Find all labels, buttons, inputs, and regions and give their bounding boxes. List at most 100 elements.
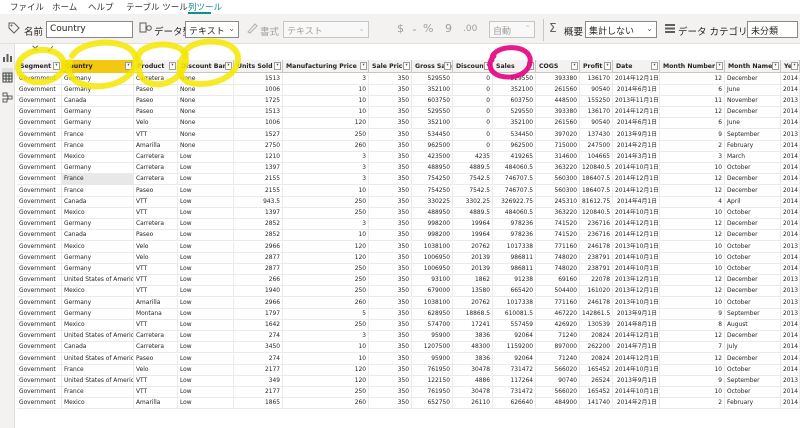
table-row[interactable]: Government Germany Montana Low 1797 5 350 62895… <box>17 308 800 320</box>
cell-discount-band: Low <box>178 353 234 365</box>
table-row[interactable]: Government Germany Amarilla Low 2966 260 350 10… <box>17 297 800 309</box>
filter-dropdown-icon[interactable]: ▾ <box>651 62 658 70</box>
datatype-dropdown[interactable]: テキスト ⌄ <box>185 21 239 38</box>
percent-button[interactable]: % <box>423 22 433 35</box>
currency-button[interactable]: $ <box>397 22 404 35</box>
comma-button[interactable]: 9 <box>445 22 452 35</box>
column-header-month-name[interactable]: Month Name ▾ <box>725 60 781 73</box>
table-row[interactable]: Government Germany VTT Low 2877 250 350 1006950… <box>17 263 800 276</box>
cell-country: France <box>62 140 134 152</box>
filter-dropdown-icon[interactable]: ▾ <box>169 62 176 70</box>
cell-discounts: 3836 <box>453 331 493 343</box>
report-view-icon[interactable] <box>2 48 13 62</box>
column-header-discounts[interactable]: Discounts ▾ <box>453 60 493 73</box>
cell-month-name: August <box>725 319 781 331</box>
filter-dropdown-icon[interactable]: ▾ <box>225 62 232 70</box>
filter-dropdown-icon[interactable]: ▾ <box>53 62 60 70</box>
commit-formula-button[interactable]: ✓ <box>46 43 55 56</box>
column-header-sales[interactable]: Sales ▾ <box>493 60 536 73</box>
column-header-units-sold[interactable]: Units Sold ▾ <box>234 60 283 73</box>
table-row[interactable]: Government Canada VTT Low 943.5 250 350 330225 3… <box>17 196 800 208</box>
cell-product: Paseo <box>134 230 178 242</box>
cell-year: 2014 <box>781 353 800 365</box>
table-row[interactable]: Government Canada Paseo None 1725 10 350 603750… <box>17 95 800 108</box>
filter-dropdown-icon[interactable]: ▾ <box>125 62 132 70</box>
table-row[interactable]: Government Mexico Amarilla Low 1865 260 350 652… <box>17 398 800 410</box>
column-header-sale-price[interactable]: Sale Price ▾ <box>369 60 412 73</box>
column-header-date[interactable]: Date ▾ <box>613 60 660 73</box>
filter-dropdown-icon[interactable]: ▾ <box>274 62 281 70</box>
column-header-product[interactable]: Product ▾ <box>134 60 178 73</box>
table-row[interactable]: Government Germany Paseo None 1006 10 350 35210… <box>17 84 800 96</box>
tab-table-tools[interactable]: テーブル ツール <box>126 1 188 13</box>
table-row[interactable]: Government France Velo Low 2177 120 350 761950 3… <box>17 364 800 376</box>
cell-manufacturing-price: 10 <box>283 107 369 119</box>
cell-year: 2013 <box>781 375 800 387</box>
table-row[interactable]: Government Mexico VTT Low 1642 250 350 574700 17… <box>17 319 800 332</box>
table-row[interactable]: Government United States of America VTT Low… <box>17 375 800 388</box>
table-row[interactable]: Government France Paseo Low 2155 10 350 754250 7… <box>17 185 800 197</box>
cell-sale-price: 350 <box>369 331 412 343</box>
filter-dropdown-icon[interactable]: ▾ <box>571 62 578 70</box>
cell-month-number: 2 <box>660 140 725 152</box>
table-row[interactable]: Government Mexico Velo Low 2966 120 350 1038100… <box>17 241 800 253</box>
cell-cogs: 448500 <box>536 95 580 107</box>
filter-dropdown-icon[interactable]: ▾ <box>791 62 798 70</box>
data-view-icon[interactable] <box>2 68 13 83</box>
filter-dropdown-icon[interactable]: ▾ <box>527 62 534 70</box>
table-row[interactable]: Government Germany Velo Low 2877 120 350 100695… <box>17 252 800 264</box>
table-row[interactable]: Government Germany Paseo None 1513 10 350 52955… <box>17 107 800 119</box>
filter-dropdown-icon[interactable]: ▾ <box>444 62 451 70</box>
column-header-discount-band[interactable]: Discount Band ▾ <box>178 60 234 73</box>
column-header-segment[interactable]: Segment ▾ <box>17 60 62 73</box>
model-view-icon[interactable] <box>2 88 13 103</box>
table-row[interactable]: Government France Carretera Low 2155 3 350 7542… <box>17 174 800 186</box>
column-header-year[interactable]: Year▾ <box>781 60 800 73</box>
data-category-dropdown[interactable]: 未分類 <box>747 21 798 38</box>
tab-home[interactable]: ホーム <box>52 1 77 13</box>
column-header-manufacturing-price[interactable]: Manufacturing Price ▾ <box>283 60 369 73</box>
table-row[interactable]: Government Germany Carretera None 1513 3 350 52… <box>17 73 800 85</box>
filter-dropdown-icon[interactable]: ▾ <box>604 62 611 70</box>
table-row[interactable]: Government Mexico VTT Low 1940 250 350 679000 13… <box>17 286 800 298</box>
filter-dropdown-icon[interactable]: ▾ <box>716 62 723 70</box>
column-header-country[interactable]: Country ▾ <box>62 60 134 73</box>
decimal-button[interactable]: .00 <box>463 24 477 34</box>
filter-dropdown-icon[interactable]: ▾ <box>484 62 491 70</box>
column-name-input[interactable]: Country <box>46 21 133 38</box>
table-row[interactable]: Government United States of America Paseo L… <box>17 353 800 365</box>
filter-dropdown-icon[interactable]: ▾ <box>772 62 779 70</box>
cell-manufacturing-price: 120 <box>283 364 369 376</box>
table-row[interactable]: Government United States of America Carret… <box>17 331 800 343</box>
tab-help[interactable]: ヘルプ <box>88 1 114 13</box>
table-row[interactable]: Government Canada Carretera Low 3450 10 350 120… <box>17 342 800 354</box>
table-row[interactable]: Government France VTT None 1527 250 350 534450 0… <box>17 129 800 141</box>
table-row[interactable]: Government Mexico VTT Low 1397 250 350 488950 48… <box>17 207 800 220</box>
tab-file[interactable]: ファイル <box>10 1 44 13</box>
table-row[interactable]: Government Germany Carretera Low 2852 3 350 998… <box>17 219 800 231</box>
table-row[interactable]: Government United States of America VTT Low… <box>17 275 800 287</box>
summary-dropdown[interactable]: 集計しない ⌄ <box>585 21 657 38</box>
table-row[interactable]: Government Germany Carretera Low 1397 3 350 488… <box>17 163 800 175</box>
cell-manufacturing-price: 120 <box>283 252 369 264</box>
table-row[interactable]: Government Mexico Carretera Low 1210 3 350 4235… <box>17 151 800 164</box>
cell-profit: 155250 <box>580 95 613 107</box>
cell-segment: Government <box>17 230 62 242</box>
decimal-places-input[interactable]: 自動 ⌃ <box>489 21 535 38</box>
cell-units-sold: 1006 <box>234 84 283 96</box>
table-row[interactable]: Government Canada Paseo Low 2852 10 350 998200 1… <box>17 230 800 242</box>
filter-dropdown-icon[interactable]: ▾ <box>360 62 367 70</box>
cell-month-name: February <box>725 398 781 410</box>
table-row[interactable]: Government France Amarilla None 2750 260 350 96… <box>17 140 800 152</box>
column-header-cogs[interactable]: COGS ▾ <box>536 60 580 73</box>
column-header-profit[interactable]: Profit ▾ <box>580 60 613 73</box>
table-row[interactable]: Government France VTT Low 2177 250 350 761950 30… <box>17 387 800 399</box>
cell-year: 2013 <box>781 297 800 309</box>
filter-dropdown-icon[interactable]: ▾ <box>403 62 410 70</box>
column-header-gross-sales[interactable]: Gross Sales ▾ <box>412 60 453 73</box>
cancel-formula-button[interactable]: ✕ <box>31 44 39 55</box>
cell-cogs: 69160 <box>536 275 580 287</box>
column-header-month-number[interactable]: Month Number ▾ <box>660 60 725 73</box>
table-row[interactable]: Government Germany Velo None 1006 120 350 35210… <box>17 118 800 130</box>
format-dropdown[interactable]: テキスト ⌄ <box>283 21 369 38</box>
